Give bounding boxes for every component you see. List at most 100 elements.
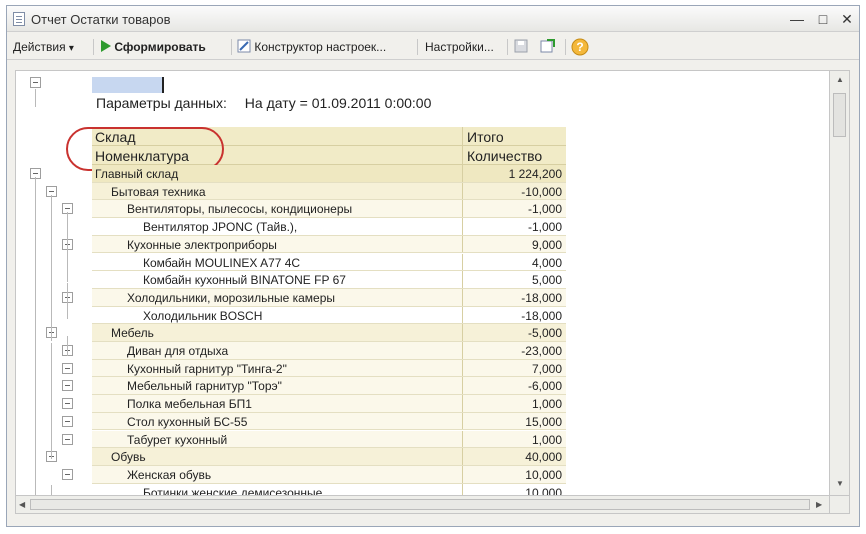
toolbar-divider	[507, 39, 508, 55]
report-row[interactable]: Вентиляторы, пылесосы, кондиционеры -1,00…	[92, 200, 566, 219]
collapse-icon[interactable]	[62, 362, 73, 374]
report-row[interactable]: Комбайн MOULINEX A77 4C 4,000	[92, 253, 566, 272]
row-value: 7,000	[531, 361, 562, 376]
document-icon	[13, 12, 25, 26]
row-label: Табурет кухонный	[127, 432, 228, 447]
scroll-left-icon[interactable]: ◀	[19, 500, 25, 509]
row-value-cell: 1 224,200	[462, 165, 566, 182]
settings-button[interactable]: Настройки...	[425, 38, 494, 56]
row-value-cell: -18,000	[462, 306, 566, 324]
tree-line	[51, 343, 52, 459]
report-row[interactable]: Табурет кухонный 1,000	[92, 430, 566, 449]
row-label: Бытовая техника	[111, 184, 206, 199]
report-row[interactable]: Стол кухонный БС-55 15,000	[92, 412, 566, 431]
row-value: -18,000	[521, 308, 562, 323]
row-value-cell: 4,000	[462, 253, 566, 271]
row-value-cell: -1,000	[462, 200, 566, 218]
collapse-icon[interactable]	[62, 415, 73, 427]
help-glyph: ?	[571, 38, 589, 56]
params-line: Параметры данных: На дату = 01.09.2011 0…	[96, 95, 431, 111]
actions-menu[interactable]: Действия ▾	[13, 38, 74, 56]
vertical-scroll-thumb[interactable]	[833, 93, 846, 137]
report-window: Отчет Остатки товаров — □ ✕ Действия ▾ С…	[6, 5, 860, 527]
row-label: Комбайн MOULINEX A77 4C	[143, 255, 301, 270]
load-settings-icon[interactable]	[539, 38, 557, 56]
actions-label: Действия	[13, 40, 66, 54]
save-settings-glyph	[514, 39, 528, 53]
row-value: 1,000	[531, 397, 562, 412]
tree-line	[35, 89, 36, 107]
row-label: Мебельный гарнитур "Торэ"	[127, 379, 282, 394]
row-label: Кухонные электроприборы	[127, 237, 277, 252]
row-label: Вентилятор JPONC (Тайв.),	[143, 220, 298, 235]
row-value: -6,000	[527, 379, 562, 394]
row-value: 9,000	[531, 237, 562, 252]
row-value: 10,000	[525, 485, 562, 496]
row-label: Полка мебельная БП1	[127, 397, 252, 412]
row-value-cell: 10,000	[462, 465, 566, 483]
header-divider	[462, 127, 463, 165]
report-row[interactable]: Комбайн кухонный BINATONE FP 67 5,000	[92, 271, 566, 289]
report-row[interactable]: Мебель -5,000	[92, 324, 566, 342]
row-label: Мебель	[111, 326, 154, 341]
report-row[interactable]: Диван для отдыха -23,000	[92, 342, 566, 360]
report-row[interactable]: Женская обувь 10,000	[92, 465, 566, 484]
horizontal-scroll-thumb[interactable]	[30, 499, 810, 510]
maximize-button[interactable]: □	[815, 11, 831, 27]
help-icon[interactable]: ?	[571, 38, 589, 56]
collapse-icon[interactable]	[62, 468, 73, 480]
scroll-up-icon[interactable]: ▲	[836, 75, 844, 84]
constructor-button[interactable]: Конструктор настроек...	[237, 38, 386, 56]
collapse-icon[interactable]	[62, 380, 73, 392]
row-value: 10,000	[525, 467, 562, 482]
row-label: Кухонный гарнитур "Тинга-2"	[127, 361, 287, 376]
report-row[interactable]: Главный склад 1 224,200	[92, 165, 566, 183]
row-value-cell: 40,000	[462, 448, 566, 465]
title-bar[interactable]: Отчет Остатки товаров — □ ✕	[7, 6, 859, 32]
minimize-button[interactable]: —	[789, 11, 805, 27]
window-title: Отчет Остатки товаров	[31, 12, 171, 27]
save-settings-icon[interactable]	[513, 38, 529, 56]
report-area[interactable]: Параметры данных: На дату = 01.09.2011 0…	[15, 70, 830, 496]
close-button[interactable]: ✕	[839, 11, 855, 27]
horizontal-scrollbar[interactable]: ◀ ▶	[15, 496, 830, 514]
vertical-scrollbar[interactable]: ▲ ▼	[830, 70, 850, 496]
row-value-cell: -5,000	[462, 324, 566, 341]
report-row[interactable]: Обувь 40,000	[92, 448, 566, 466]
report-row[interactable]: Бытовая техника -10,000	[92, 182, 566, 201]
row-value-cell: 1,000	[462, 430, 566, 448]
load-settings-glyph	[540, 39, 555, 53]
report-row[interactable]: Мебельный гарнитур "Торэ" -6,000	[92, 377, 566, 396]
report-row[interactable]: Вентилятор JPONC (Тайв.), -1,000	[92, 218, 566, 236]
collapse-icon[interactable]	[62, 398, 73, 410]
report-row[interactable]: Кухонный гарнитур "Тинга-2" 7,000	[92, 359, 566, 378]
collapse-params-icon[interactable]	[30, 77, 41, 88]
toolbar-divider	[93, 39, 94, 55]
row-value-cell: 7,000	[462, 359, 566, 377]
row-value: -10,000	[521, 184, 562, 199]
row-value: -1,000	[527, 202, 562, 217]
toolbar: Действия ▾ Сформировать Конструктор наст…	[7, 34, 859, 60]
report-row[interactable]: Ботинки женские демисезонные 10,000	[92, 483, 566, 496]
collapse-icon[interactable]	[62, 433, 73, 445]
row-value-cell: 5,000	[462, 271, 566, 288]
generate-button[interactable]: Сформировать	[101, 38, 206, 56]
report-row[interactable]: Холодильник BOSCH -18,000	[92, 306, 566, 325]
active-cell[interactable]	[92, 77, 164, 93]
row-value: -1,000	[527, 220, 562, 235]
row-value-cell: -18,000	[462, 288, 566, 306]
scroll-right-icon[interactable]: ▶	[816, 500, 822, 509]
row-value-cell: 15,000	[462, 412, 566, 430]
tree-line	[51, 195, 52, 341]
constructor-label: Конструктор настроек...	[254, 40, 387, 54]
report-row[interactable]: Полка мебельная БП1 1,000	[92, 395, 566, 413]
row-value: 15,000	[525, 414, 562, 429]
header-total: Итого	[467, 129, 504, 145]
report-row[interactable]: Холодильники, морозильные камеры -18,000	[92, 288, 566, 307]
scroll-corner	[830, 496, 850, 514]
row-value-cell: -1,000	[462, 218, 566, 235]
tree-line	[51, 485, 52, 495]
report-row[interactable]: Кухонные электроприборы 9,000	[92, 235, 566, 254]
row-label: Диван для отдыха	[127, 344, 229, 358]
scroll-down-icon[interactable]: ▼	[836, 479, 844, 488]
